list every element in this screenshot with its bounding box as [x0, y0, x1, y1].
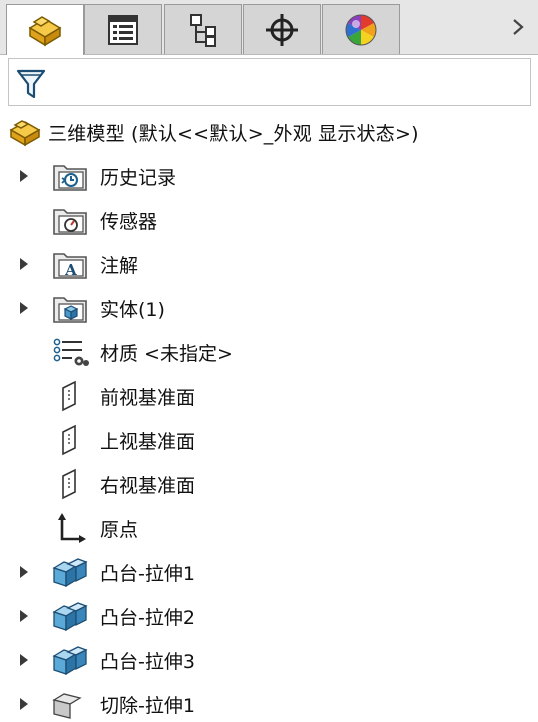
- expand-arrow-icon[interactable]: [19, 169, 29, 183]
- svg-text:A: A: [64, 261, 77, 279]
- tree-node-label: 凸台-拉伸3: [100, 651, 195, 673]
- plane-icon: [62, 424, 76, 456]
- boss-extrude-icon: [52, 602, 88, 632]
- plane-icon: [62, 380, 76, 412]
- tree-node-label: 传感器: [100, 211, 158, 233]
- tree-root-part[interactable]: 三维模型 (默认<<默认>_外观 显示状态>): [8, 117, 419, 147]
- tree-filter-input[interactable]: [8, 58, 531, 106]
- expand-arrow-icon[interactable]: [19, 653, 29, 667]
- annotation-folder-icon: A: [53, 253, 87, 279]
- tree-node-origin[interactable]: 原点: [0, 510, 538, 546]
- expand-arrow-icon[interactable]: [19, 565, 29, 579]
- tab-scroll-right-button[interactable]: [508, 15, 528, 39]
- property-manager-icon: [108, 14, 138, 45]
- tree-node-label: 注解: [100, 255, 139, 277]
- expand-arrow-icon[interactable]: [19, 697, 29, 711]
- tree-node-label: 右视基准面: [100, 475, 196, 497]
- plane-icon: [62, 468, 76, 500]
- tree-node-label: 历史记录: [100, 167, 177, 189]
- tab-configuration-manager[interactable]: [164, 4, 242, 54]
- boss-extrude-icon: [52, 646, 88, 676]
- feature-manager-icon: [28, 16, 62, 47]
- tree-node-label: 切除-拉伸1: [100, 695, 195, 717]
- tree-node-cut-extrude-1[interactable]: 切除-拉伸1: [0, 686, 538, 722]
- tree-node-sensors[interactable]: 传感器: [0, 202, 538, 238]
- tree-node-top-plane[interactable]: 上视基准面: [0, 422, 538, 458]
- tree-node-boss-extrude-1[interactable]: 凸台-拉伸1: [0, 554, 538, 590]
- tree-node-annotations[interactable]: A 注解: [0, 246, 538, 282]
- origin-icon: [58, 513, 86, 543]
- display-manager-icon: [345, 14, 377, 45]
- tree-node-material[interactable]: 材质 <未指定>: [0, 334, 538, 370]
- panel-tab-bar: [0, 0, 538, 55]
- filter-icon: [16, 69, 46, 99]
- tree-node-front-plane[interactable]: 前视基准面: [0, 378, 538, 414]
- tab-display-manager[interactable]: [322, 4, 400, 54]
- tree-node-label: 材质 <未指定>: [100, 343, 233, 365]
- tree-node-label: 前视基准面: [100, 387, 196, 409]
- dimxpert-manager-icon: [266, 13, 298, 46]
- tree-node-boss-extrude-3[interactable]: 凸台-拉伸3: [0, 642, 538, 678]
- tree-root-label: 三维模型 (默认<<默认>_外观 显示状态>): [48, 122, 419, 145]
- tree-node-label: 上视基准面: [100, 431, 196, 453]
- expand-arrow-icon[interactable]: [19, 301, 29, 315]
- tree-node-label: 凸台-拉伸2: [100, 607, 195, 629]
- history-folder-icon: [53, 165, 87, 191]
- tree-node-boss-extrude-2[interactable]: 凸台-拉伸2: [0, 598, 538, 634]
- solid-body-folder-icon: [53, 297, 87, 323]
- tree-node-right-plane[interactable]: 右视基准面: [0, 466, 538, 502]
- tree-node-label: 凸台-拉伸1: [100, 563, 195, 585]
- material-icon: [53, 338, 89, 366]
- expand-arrow-icon[interactable]: [19, 609, 29, 623]
- configuration-manager-icon: [190, 13, 216, 47]
- tab-dimxpert-manager[interactable]: [243, 4, 321, 54]
- tree-node-label: 原点: [100, 519, 139, 541]
- chevron-right-icon: [513, 19, 524, 35]
- tree-node-solid-bodies[interactable]: 实体(1): [0, 290, 538, 326]
- tree-node-label: 实体(1): [100, 299, 165, 321]
- tab-property-manager[interactable]: [84, 4, 162, 54]
- expand-arrow-icon[interactable]: [19, 257, 29, 271]
- part-icon: [8, 117, 46, 147]
- tree-node-history[interactable]: 历史记录: [0, 158, 538, 194]
- boss-extrude-icon: [52, 558, 88, 588]
- tab-feature-manager[interactable]: [6, 4, 84, 55]
- sensor-folder-icon: [53, 209, 87, 235]
